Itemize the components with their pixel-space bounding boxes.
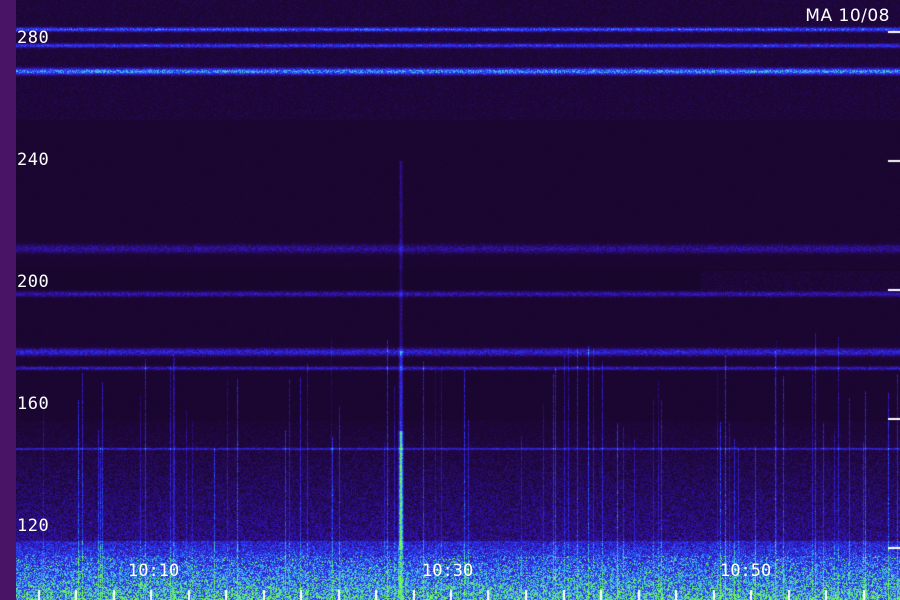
x-tick-label-1030: 10:30	[422, 561, 474, 581]
y-tick-label-280: 280	[17, 28, 50, 48]
spectrogram-plot	[0, 0, 900, 600]
y-axis-bar	[0, 0, 16, 600]
x-tick-label-1050: 10:50	[720, 561, 772, 581]
chart-title: MA 10/08	[805, 6, 890, 26]
y-tick-label-120: 120	[17, 516, 50, 536]
y-tick-label-240: 240	[17, 150, 50, 170]
x-tick-label-1010: 10:10	[128, 561, 180, 581]
y-tick-label-200: 200	[17, 272, 50, 292]
y-tick-label-160: 160	[17, 394, 50, 414]
